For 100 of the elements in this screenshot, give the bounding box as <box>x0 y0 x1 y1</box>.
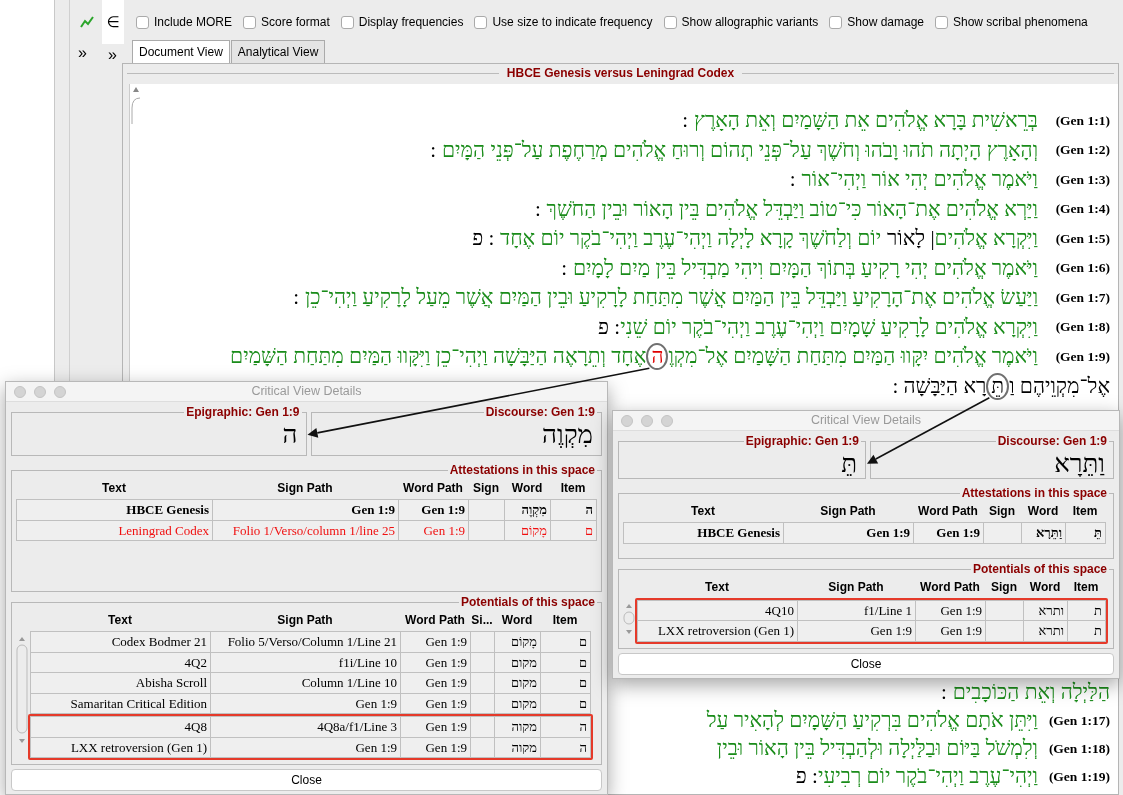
window-control[interactable] <box>54 386 66 398</box>
window-control[interactable] <box>661 415 673 427</box>
column-header[interactable]: Sign <box>468 477 504 500</box>
table-cell: Abisha Scroll <box>30 672 211 693</box>
table-cell: Gen 1:9 <box>783 522 914 544</box>
column-header[interactable]: Word Path <box>913 500 983 523</box>
verse-reference: (Gen 1:8) <box>1054 318 1110 337</box>
table-cell: Codex Bodmer 21 <box>30 631 211 652</box>
verse-text: וַיְהִי־עֶרֶב וַיְהִי־בֹקֶר יוֹם רְבִיעִי <box>817 763 1038 791</box>
checkbox[interactable] <box>243 15 257 29</box>
window-control[interactable] <box>14 386 26 398</box>
window-control[interactable] <box>34 386 46 398</box>
verse-text: אֶל־מִקְוֵיהֶם וַ <box>1009 372 1110 400</box>
checkbox-label: Show scribal phenomena <box>953 14 1088 31</box>
column-header[interactable]: Text <box>623 500 783 523</box>
column-header[interactable]: Word Path <box>398 477 468 500</box>
sign-value: ה <box>282 419 299 451</box>
table-cell: ה <box>540 716 591 737</box>
checkbox[interactable] <box>474 15 488 29</box>
word-value: מִקְוֶה <box>542 419 594 451</box>
panel-label: Epigraphic: Gen 1:9 <box>185 406 301 420</box>
checkbox-label: Display frequencies <box>358 14 464 31</box>
verse-text: בְּרֵאשִׁית בָּרָא אֱלֹהִים אֵת הַשָּׁמַיִם וְאֵת הָאָרֶץ <box>694 107 1038 134</box>
column-header[interactable]: Item <box>1065 500 1105 523</box>
element-symbol[interactable]: ∈ <box>102 0 124 44</box>
column-header[interactable]: Sign Path <box>797 575 915 598</box>
verse-text: וַיֹּאמֶר אֱלֹהִים יְהִי אוֹר וַיְהִי־אוֹר <box>801 166 1038 193</box>
checkbox[interactable] <box>829 15 843 29</box>
column-header[interactable]: Word <box>494 609 540 631</box>
chart-line-icon[interactable] <box>80 16 94 28</box>
table-cell: Samaritan Critical Edition <box>30 693 211 714</box>
verse-text: וַיַּרְא אֱלֹהִים אֶת־הָאוֹר כִּי־טוֹב וַיַּבְדֵּל אֱלֹהִים בֵּין הָאוֹר וּבֵין הַחֹשֶׁךְ <box>546 195 1038 223</box>
column-header[interactable]: Item <box>550 477 596 500</box>
column-header[interactable]: Word Path <box>400 609 470 631</box>
table-cell: תֵּ <box>1065 522 1106 544</box>
checkbox-label: Show allographic variants <box>681 14 819 31</box>
verse-reference: (Gen 1:3) <box>1054 170 1110 189</box>
sign-value: תֵּ <box>841 448 858 480</box>
verse-reference: (Gen 1:9) <box>1054 347 1110 366</box>
table-cell: Gen 1:9 <box>915 600 986 621</box>
column-header[interactable]: Si... <box>470 609 494 631</box>
verse-text: : פ <box>598 313 621 341</box>
column-header[interactable]: Item <box>540 609 590 631</box>
panel-label: Potentials of this space <box>971 562 1108 576</box>
expand-button[interactable]: » <box>108 47 117 63</box>
table-cell: Folio 5/Verso/Column 1/Line 21 <box>210 631 401 652</box>
column-header[interactable]: Text <box>637 575 797 598</box>
panel-label: Epigraphic: Gen 1:9 <box>744 435 860 449</box>
verse-text: רָא הַיַּבָּשָׁה : <box>892 372 987 400</box>
table-cell: Gen 1:9 <box>398 499 469 521</box>
panel-label: Potentials of this space <box>459 595 596 609</box>
checkbox[interactable] <box>136 15 149 29</box>
column-header[interactable]: Word <box>1023 575 1067 598</box>
checkbox[interactable] <box>935 15 948 29</box>
tab[interactable]: Analytical View <box>230 40 326 63</box>
panel-label: Discourse: Gen 1:9 <box>996 435 1108 449</box>
column-header[interactable]: Item <box>1067 575 1105 598</box>
verse-text: | לָאוֹר <box>887 225 935 252</box>
column-header[interactable]: Word <box>1021 500 1065 523</box>
verse-text: : <box>430 136 437 164</box>
column-header[interactable]: Sign Path <box>783 500 913 523</box>
column-header[interactable]: Word Path <box>915 575 985 598</box>
panel-label: Attestations in this space <box>960 487 1108 501</box>
window-title: Critical View Details <box>810 412 922 430</box>
verse-reference: (Gen 1:18) <box>1047 739 1110 758</box>
close-button[interactable]: Close <box>618 652 1114 675</box>
table-cell: ה <box>550 499 597 521</box>
window-title: Critical View Details <box>251 383 362 401</box>
column-header[interactable]: Sign <box>983 500 1021 523</box>
checkbox[interactable] <box>340 15 354 29</box>
verse-text: : <box>534 195 541 223</box>
tab[interactable]: Document View <box>132 40 230 63</box>
column-header[interactable]: Sign <box>985 575 1023 598</box>
table-cell: 4Q2 <box>30 652 211 673</box>
window-control[interactable] <box>621 415 633 427</box>
verse-text: : פ <box>472 225 495 252</box>
verse-text: וַיִּקְרָא אֱלֹהִים <box>934 225 1038 252</box>
verse-text: וַיִּתֵּן אֹתָם אֱלֹהִים בִּרְקִיעַ הַשָּׁמָיִם לְהָאִיר עַל <box>706 707 1038 735</box>
word-value: וַתֵּרָא <box>1054 448 1106 480</box>
column-header[interactable]: Text <box>30 609 210 631</box>
verse-text: וַיַּעַשׂ אֱלֹהִים אֶת־הָרָקִיעַ וַיַּבְדֵּל בֵּין הַמַּיִם אֲשֶׁר מִתַּחַת לָרָקִיעַ וּבֵין הַמַּיִם אֲשֶׁר מֵעַל לָרָקִיעַ וַיְהִי־כֵן <box>304 284 1038 311</box>
table-cell: 4Q10 <box>637 600 798 621</box>
window-control[interactable] <box>641 415 653 427</box>
verse-text: : <box>561 254 568 282</box>
close-button[interactable]: Close <box>11 769 602 791</box>
column-header[interactable]: Word <box>504 477 550 500</box>
column-header[interactable]: Text <box>16 477 212 500</box>
checkbox-label: Include MORE <box>154 14 233 31</box>
verse-text: : <box>293 284 299 311</box>
panel-label: Discourse: Gen 1:9 <box>484 406 596 420</box>
checkbox[interactable] <box>663 15 677 29</box>
verse-reference: (Gen 1:19) <box>1047 767 1110 786</box>
panel-label: Attestations in this space <box>448 464 596 478</box>
column-header[interactable]: Sign Path <box>210 609 400 631</box>
table-cell: ם <box>540 631 591 652</box>
verse-text: אֶחָד וְתֵרָאֶה הַיַּבָּשָׁה וַיְהִי־כֵן וַיִּקָּווּ הַמַּיִם מִתַּחַת הַשָּׁמַיִם <box>230 343 647 370</box>
column-header[interactable]: Sign Path <box>212 477 398 500</box>
expand-button[interactable]: » <box>78 45 87 61</box>
verse-reference: (Gen 1:17) <box>1047 711 1110 730</box>
table-cell: ותרא <box>1023 600 1068 621</box>
